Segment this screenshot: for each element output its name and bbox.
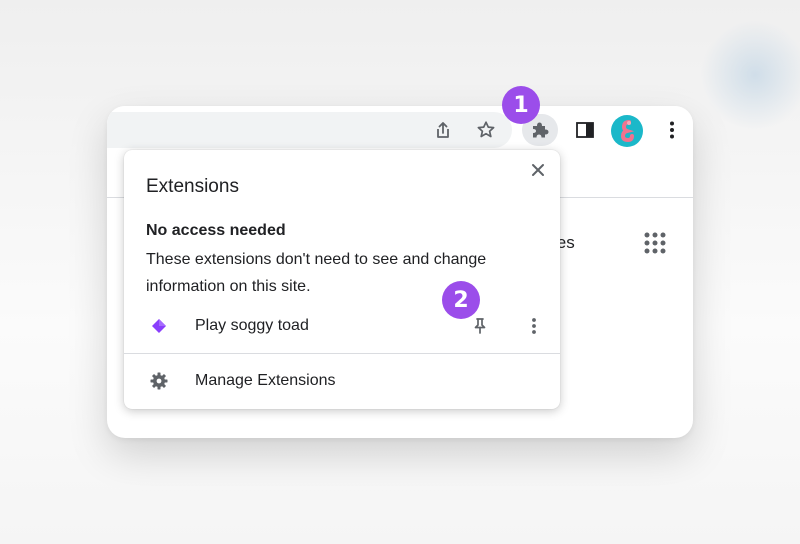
- more-vert-icon: [531, 317, 537, 335]
- close-icon: [531, 163, 545, 177]
- extensions-puzzle-icon: [530, 120, 550, 140]
- close-button[interactable]: [528, 160, 548, 180]
- section-heading: No access needed: [146, 222, 286, 239]
- bookmark-star-icon[interactable]: [475, 119, 497, 141]
- background-glow: [700, 20, 800, 130]
- extension-name: Play soggy toad: [195, 317, 309, 334]
- pin-button[interactable]: [468, 314, 492, 338]
- browser-toolbar: [107, 106, 693, 154]
- extension-row[interactable]: Play soggy toad: [124, 306, 560, 346]
- pin-icon: [472, 317, 488, 335]
- manage-extensions-label: Manage Extensions: [195, 372, 336, 389]
- extensions-popup: Extensions No access needed These extens…: [124, 150, 560, 409]
- apps-grid-icon[interactable]: [644, 232, 666, 259]
- side-panel-icon[interactable]: [575, 120, 595, 140]
- extension-menu-button[interactable]: [522, 314, 546, 338]
- popup-title: Extensions: [146, 176, 239, 197]
- step-badge-1: 1: [502, 86, 540, 124]
- purple-diamond-icon: [151, 318, 167, 339]
- more-vert-icon[interactable]: [662, 119, 682, 141]
- avatar[interactable]: [611, 115, 643, 147]
- popup-divider: [124, 353, 560, 354]
- share-icon[interactable]: [432, 119, 454, 141]
- step-badge-2: 2: [442, 281, 480, 319]
- gear-icon: [150, 372, 168, 395]
- manage-extensions-item[interactable]: Manage Extensions: [124, 362, 560, 400]
